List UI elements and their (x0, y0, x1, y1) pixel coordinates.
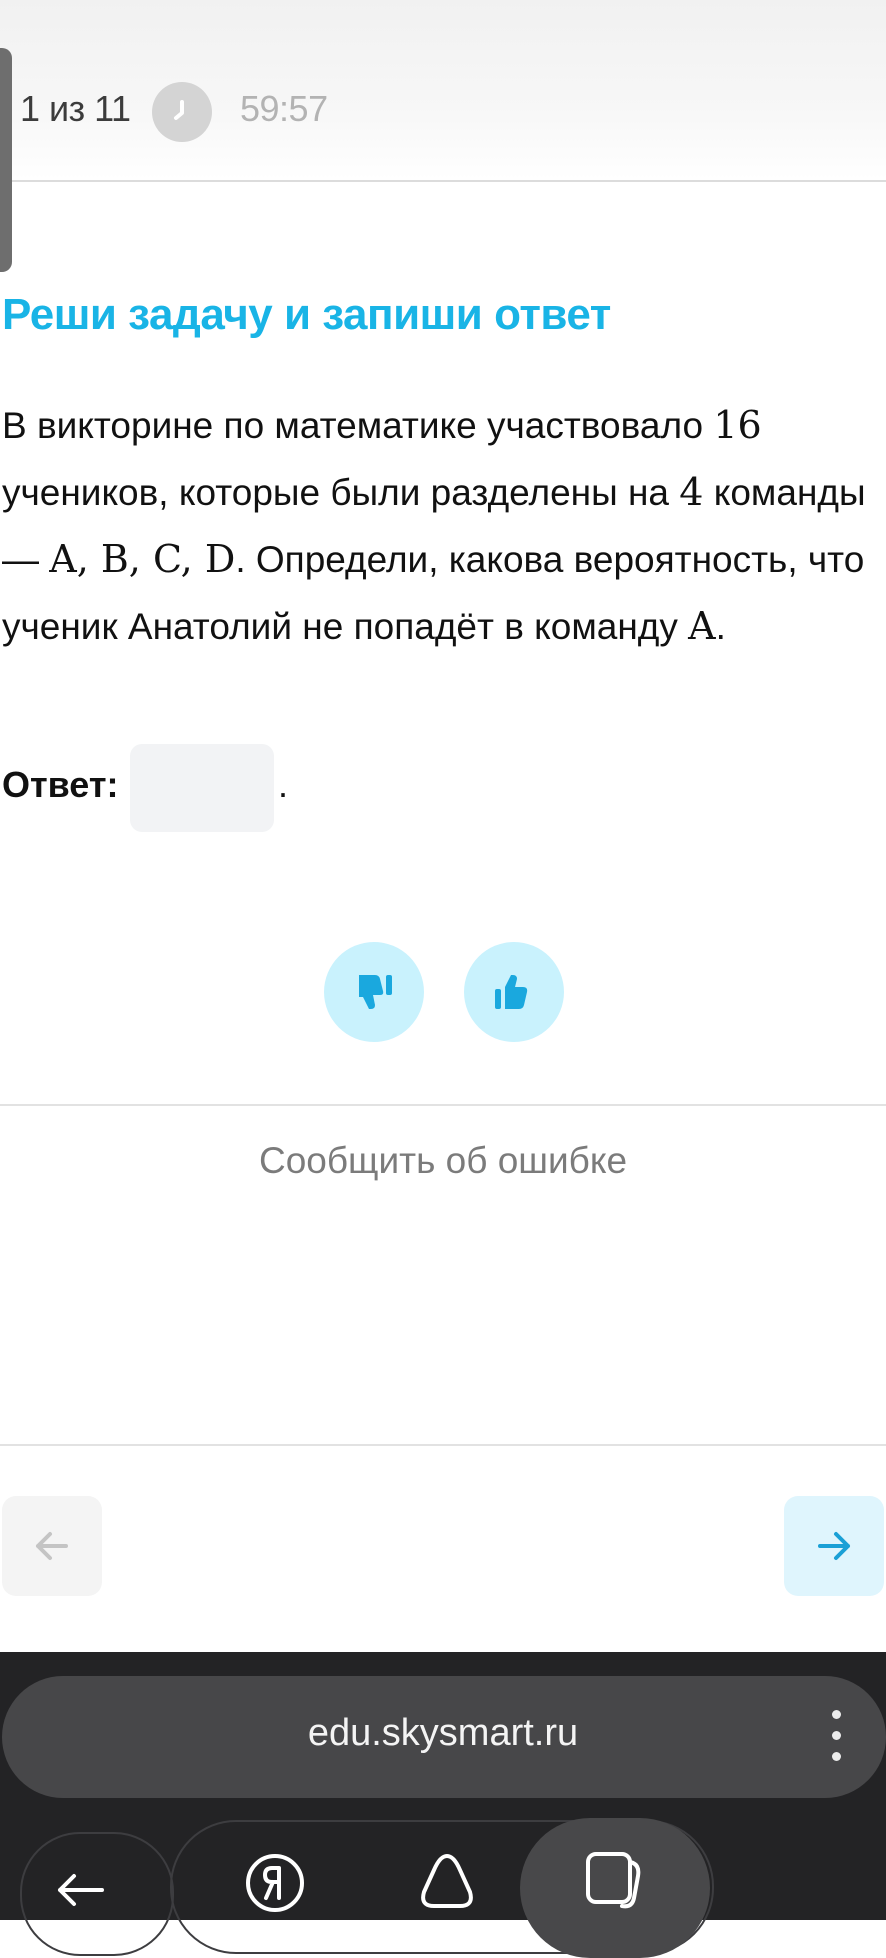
dislike-button[interactable] (324, 942, 424, 1042)
browser-back-button[interactable] (20, 1832, 174, 1956)
header-divider (12, 180, 886, 182)
like-button[interactable] (464, 942, 564, 1042)
home-shape-icon[interactable] (412, 1846, 482, 1921)
task-text-part: В викторине по математике участвовало (2, 405, 714, 446)
divider (0, 1444, 886, 1446)
more-vertical-icon[interactable] (824, 1710, 848, 1766)
side-handle[interactable] (0, 48, 12, 272)
prev-question-button[interactable] (2, 1496, 102, 1596)
task-text-part: . (715, 606, 726, 647)
arrow-left-icon (36, 1532, 68, 1560)
back-arrow-icon (58, 1874, 104, 1906)
task-title: Реши задачу и запиши ответ (2, 290, 611, 339)
thumbs-down-icon (359, 975, 392, 1009)
question-progress: 1 из 11 (20, 88, 131, 129)
divider (0, 1104, 886, 1106)
tabs-icon[interactable] (580, 1846, 650, 1921)
clock-icon (152, 82, 212, 142)
report-error-link[interactable]: Сообщить об ошибке (0, 1140, 886, 1182)
answer-suffix: . (278, 764, 289, 805)
answer-input[interactable] (130, 744, 274, 832)
yandex-logo-icon[interactable] (240, 1848, 310, 1923)
task-text-part: учеников, которые были разделены на (2, 472, 680, 513)
timer: 59:57 (240, 88, 328, 129)
arrow-right-icon (818, 1532, 850, 1560)
math-team: A (688, 604, 716, 648)
address-url[interactable]: edu.skysmart.ru (0, 1712, 886, 1755)
math-teams: A, B, C, D (49, 537, 236, 581)
top-bar (0, 0, 886, 180)
answer-label: Ответ: (2, 764, 119, 805)
thumbs-up-icon (495, 975, 528, 1009)
next-question-button[interactable] (784, 1496, 884, 1596)
math-number: 4 (679, 470, 704, 514)
math-number: 16 (713, 403, 762, 447)
task-text: В викторине по математике участвовало 16… (2, 392, 882, 660)
